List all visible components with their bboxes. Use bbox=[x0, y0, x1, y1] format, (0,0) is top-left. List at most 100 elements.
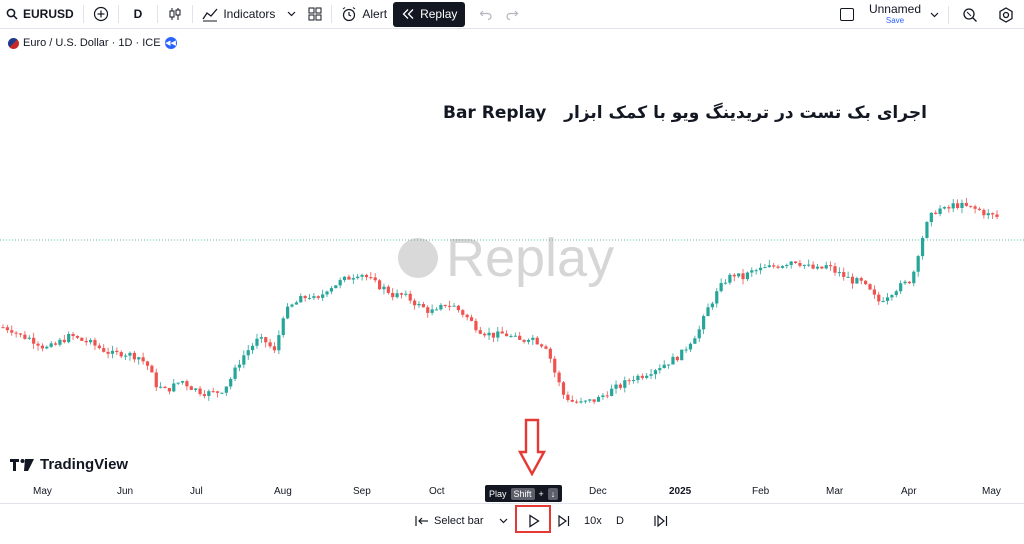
candle-body bbox=[141, 357, 145, 362]
forward-step-button[interactable] bbox=[557, 510, 571, 532]
divider bbox=[192, 5, 194, 23]
replay-controls-bar: Select bar 10x D bbox=[0, 503, 1024, 539]
candle-body bbox=[334, 285, 338, 289]
candle-body bbox=[80, 337, 84, 341]
candle-body bbox=[864, 280, 868, 285]
chevron-down-icon bbox=[287, 11, 296, 17]
candle-body bbox=[53, 343, 58, 345]
divider bbox=[948, 5, 949, 24]
candle-body bbox=[137, 357, 141, 360]
candle-body bbox=[912, 271, 916, 284]
candle-body bbox=[97, 345, 101, 349]
candle-body bbox=[535, 337, 539, 345]
candle-body bbox=[785, 264, 789, 267]
candle-body bbox=[483, 333, 487, 336]
candle-body bbox=[242, 355, 246, 365]
candle-body bbox=[925, 222, 929, 238]
candle-body bbox=[776, 266, 780, 268]
candle-body bbox=[128, 352, 132, 356]
candle-body bbox=[995, 214, 999, 217]
candle-body bbox=[982, 209, 986, 216]
candle-body bbox=[907, 281, 912, 284]
compare-button[interactable] bbox=[87, 1, 115, 27]
candle-body bbox=[763, 267, 767, 269]
redo-button[interactable] bbox=[499, 1, 525, 27]
replay-interval-button[interactable]: D bbox=[616, 510, 624, 532]
candle-body bbox=[951, 203, 955, 209]
alarm-clock-icon bbox=[343, 7, 356, 22]
alert-button[interactable]: Alert bbox=[335, 1, 393, 27]
candle-body bbox=[185, 381, 189, 387]
indicators-dropdown[interactable] bbox=[281, 1, 302, 27]
candle-body bbox=[833, 266, 837, 273]
candle-body bbox=[658, 368, 662, 371]
tooltip-key-shift: Shift bbox=[510, 487, 535, 500]
replay-mode-icon[interactable]: ◀◀ bbox=[164, 37, 177, 49]
templates-button[interactable] bbox=[302, 1, 328, 27]
candle-body bbox=[93, 339, 97, 346]
candle-body bbox=[119, 352, 123, 357]
candle-body bbox=[75, 335, 80, 338]
candle-body bbox=[513, 335, 517, 337]
candle-body bbox=[40, 345, 45, 349]
speed-button[interactable]: 10x bbox=[584, 510, 602, 532]
chart-legend: Euro / U.S. Dollar · 1D · ICE ◀◀ bbox=[8, 37, 177, 49]
candle-body bbox=[977, 208, 982, 210]
chevron-down-icon bbox=[930, 12, 939, 17]
legend-title: Euro / U.S. Dollar · 1D · ICE bbox=[23, 37, 161, 49]
settings-button[interactable] bbox=[988, 2, 1024, 28]
select-bar-button[interactable]: Select bar bbox=[415, 510, 508, 532]
tradingview-logo: TradingView bbox=[10, 456, 128, 473]
candle-body bbox=[115, 350, 119, 353]
candle-body bbox=[596, 396, 601, 402]
candle-body bbox=[395, 293, 399, 298]
jump-to-end-icon bbox=[654, 514, 668, 528]
candle-body bbox=[303, 296, 307, 299]
select-bar-label: Select bar bbox=[434, 515, 484, 527]
zoom-search-icon bbox=[963, 7, 977, 22]
candle-body bbox=[732, 274, 736, 277]
chart-type-button[interactable] bbox=[161, 1, 189, 27]
candle-body bbox=[566, 394, 570, 400]
candle-body bbox=[14, 332, 18, 334]
replay-interval-label: D bbox=[616, 515, 624, 527]
indicators-button[interactable]: Indicators bbox=[196, 1, 281, 27]
layout-title: Unnamed bbox=[868, 1, 921, 16]
candle-body bbox=[675, 356, 679, 361]
candle-body bbox=[745, 272, 750, 280]
candle-body bbox=[145, 361, 150, 366]
candle-body bbox=[798, 262, 802, 266]
price-chart[interactable] bbox=[0, 100, 1024, 460]
candle-body bbox=[45, 346, 49, 349]
replay-button[interactable]: Replay bbox=[393, 1, 466, 27]
time-axis-label: Apr bbox=[901, 486, 917, 497]
candle-body bbox=[789, 261, 793, 265]
time-axis-label: Sep bbox=[353, 486, 371, 497]
divider bbox=[117, 5, 119, 23]
symbol-search[interactable]: EURUSD bbox=[0, 1, 80, 27]
candle-body bbox=[741, 273, 745, 280]
gear-icon bbox=[999, 6, 1013, 23]
candle-body bbox=[842, 272, 846, 277]
layout-button[interactable]: Unnamed Save bbox=[834, 2, 945, 28]
candle-body bbox=[504, 333, 509, 337]
candle-body bbox=[391, 292, 395, 298]
candle-body bbox=[465, 314, 469, 318]
undo-button[interactable] bbox=[473, 1, 499, 27]
candle-body bbox=[824, 265, 828, 269]
quick-search-button[interactable] bbox=[952, 2, 988, 28]
flag-icon bbox=[8, 37, 19, 49]
candle-body bbox=[84, 340, 88, 343]
candle-body bbox=[176, 382, 180, 384]
annotation-arrow bbox=[518, 418, 546, 476]
candle-body bbox=[671, 356, 675, 365]
jump-to-realtime-button[interactable] bbox=[653, 510, 669, 532]
candle-body bbox=[469, 317, 474, 321]
candle-body bbox=[316, 296, 320, 298]
interval-button[interactable]: D bbox=[122, 1, 155, 27]
candle-body bbox=[325, 291, 329, 295]
candle-body bbox=[526, 339, 531, 342]
candle-body bbox=[614, 384, 618, 389]
candle-body bbox=[522, 339, 526, 342]
candle-body bbox=[715, 291, 719, 304]
